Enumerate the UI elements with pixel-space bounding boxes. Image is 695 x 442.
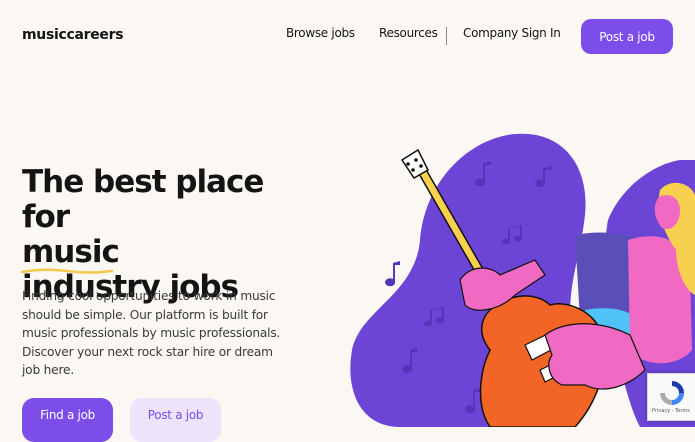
recaptcha-icon	[660, 381, 684, 405]
header-post-job-button[interactable]: Post a job	[581, 19, 673, 54]
hero-post-job-button[interactable]: Post a job	[130, 398, 221, 442]
nav-browse-jobs[interactable]: Browse jobs	[286, 26, 355, 40]
headline-line-2: for music	[20, 199, 263, 274]
underline-squiggle-icon	[20, 268, 114, 274]
headline-line-1: The best place	[22, 164, 264, 200]
headline-highlight-word: music	[20, 234, 263, 274]
nav-divider	[446, 27, 447, 45]
site-logo[interactable]: musiccareers	[22, 27, 124, 43]
recaptcha-badge[interactable]: Privacy - Terms	[647, 373, 695, 421]
nav-resources[interactable]: Resources	[379, 26, 438, 40]
hero-headline: The best place for music industry jobs	[20, 164, 264, 305]
find-job-button[interactable]: Find a job	[22, 398, 113, 442]
headline-highlight-text: music	[22, 234, 120, 270]
headline-line-2-prefix: for	[22, 199, 70, 235]
nav-company-sign-in[interactable]: Company Sign In	[463, 26, 561, 40]
hero-illustration	[350, 133, 695, 427]
recaptcha-terms[interactable]: Privacy - Terms	[652, 408, 690, 414]
hero-description: Finding cool opportunities to work in mu…	[22, 289, 281, 378]
